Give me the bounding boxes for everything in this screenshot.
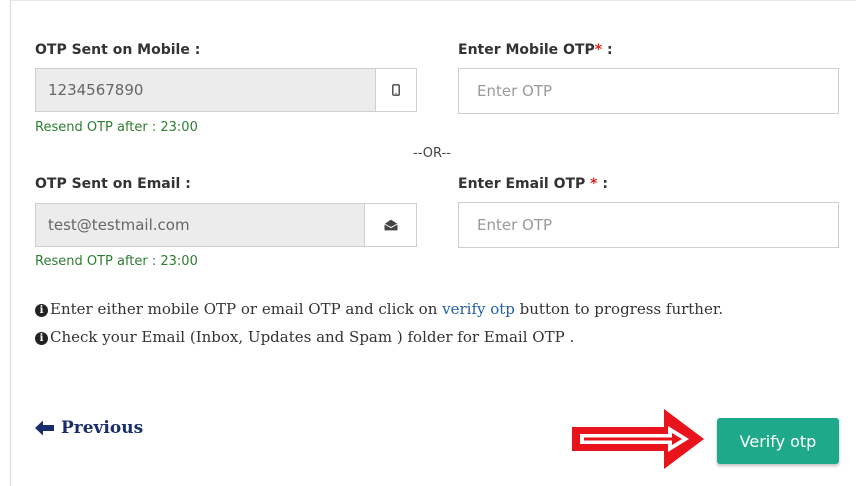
arrow-left-icon: [35, 420, 54, 436]
email-resend-timer: Resend OTP after : 23:00: [35, 254, 198, 269]
mobile-otp-label-text: Enter Mobile OTP: [458, 42, 595, 58]
mobile-otp-input[interactable]: [458, 68, 839, 114]
mobile-otp-label: Enter Mobile OTP* :: [458, 42, 613, 58]
mobile-resend-timer: Resend OTP after : 23:00: [35, 120, 198, 135]
email-sent-label: OTP Sent on Email :: [35, 176, 191, 192]
email-addon: [365, 203, 417, 247]
info-icon: i: [35, 332, 48, 345]
mobile-sent-label: OTP Sent on Mobile :: [35, 42, 201, 58]
mobile-phone-icon: [392, 84, 400, 96]
info-line-1-text: Enter either mobile OTP or email OTP and…: [50, 300, 443, 318]
info-line-1: i Enter either mobile OTP or email OTP an…: [35, 300, 723, 318]
mobile-number-field: 1234567890: [35, 68, 376, 112]
email-otp-label-text: Enter Email OTP: [458, 176, 591, 192]
info-line-1-end: button to progress further.: [514, 300, 724, 318]
email-otp-label: Enter Email OTP * :: [458, 176, 608, 192]
info-icon: i: [35, 304, 48, 317]
email-otp-input[interactable]: [458, 202, 839, 248]
envelope-open-icon: [383, 219, 398, 231]
previous-button[interactable]: Previous: [35, 418, 143, 438]
label-colon: :: [597, 176, 608, 192]
info-line-2: i Check your Email (Inbox, Updates and Sp…: [35, 328, 574, 346]
label-colon: :: [602, 42, 613, 58]
previous-label: Previous: [61, 418, 144, 438]
mobile-addon: [376, 68, 417, 112]
required-mark: *: [594, 42, 603, 58]
annotation-arrow-icon: [572, 409, 704, 469]
email-address-field: test@testmail.com: [35, 203, 365, 247]
info-line-2-text: Check your Email (Inbox, Updates and Spa…: [50, 328, 575, 346]
verify-otp-link-text: verify otp: [442, 300, 515, 318]
or-separator: --OR--: [413, 146, 451, 161]
verify-otp-button[interactable]: Verify otp: [717, 418, 839, 464]
